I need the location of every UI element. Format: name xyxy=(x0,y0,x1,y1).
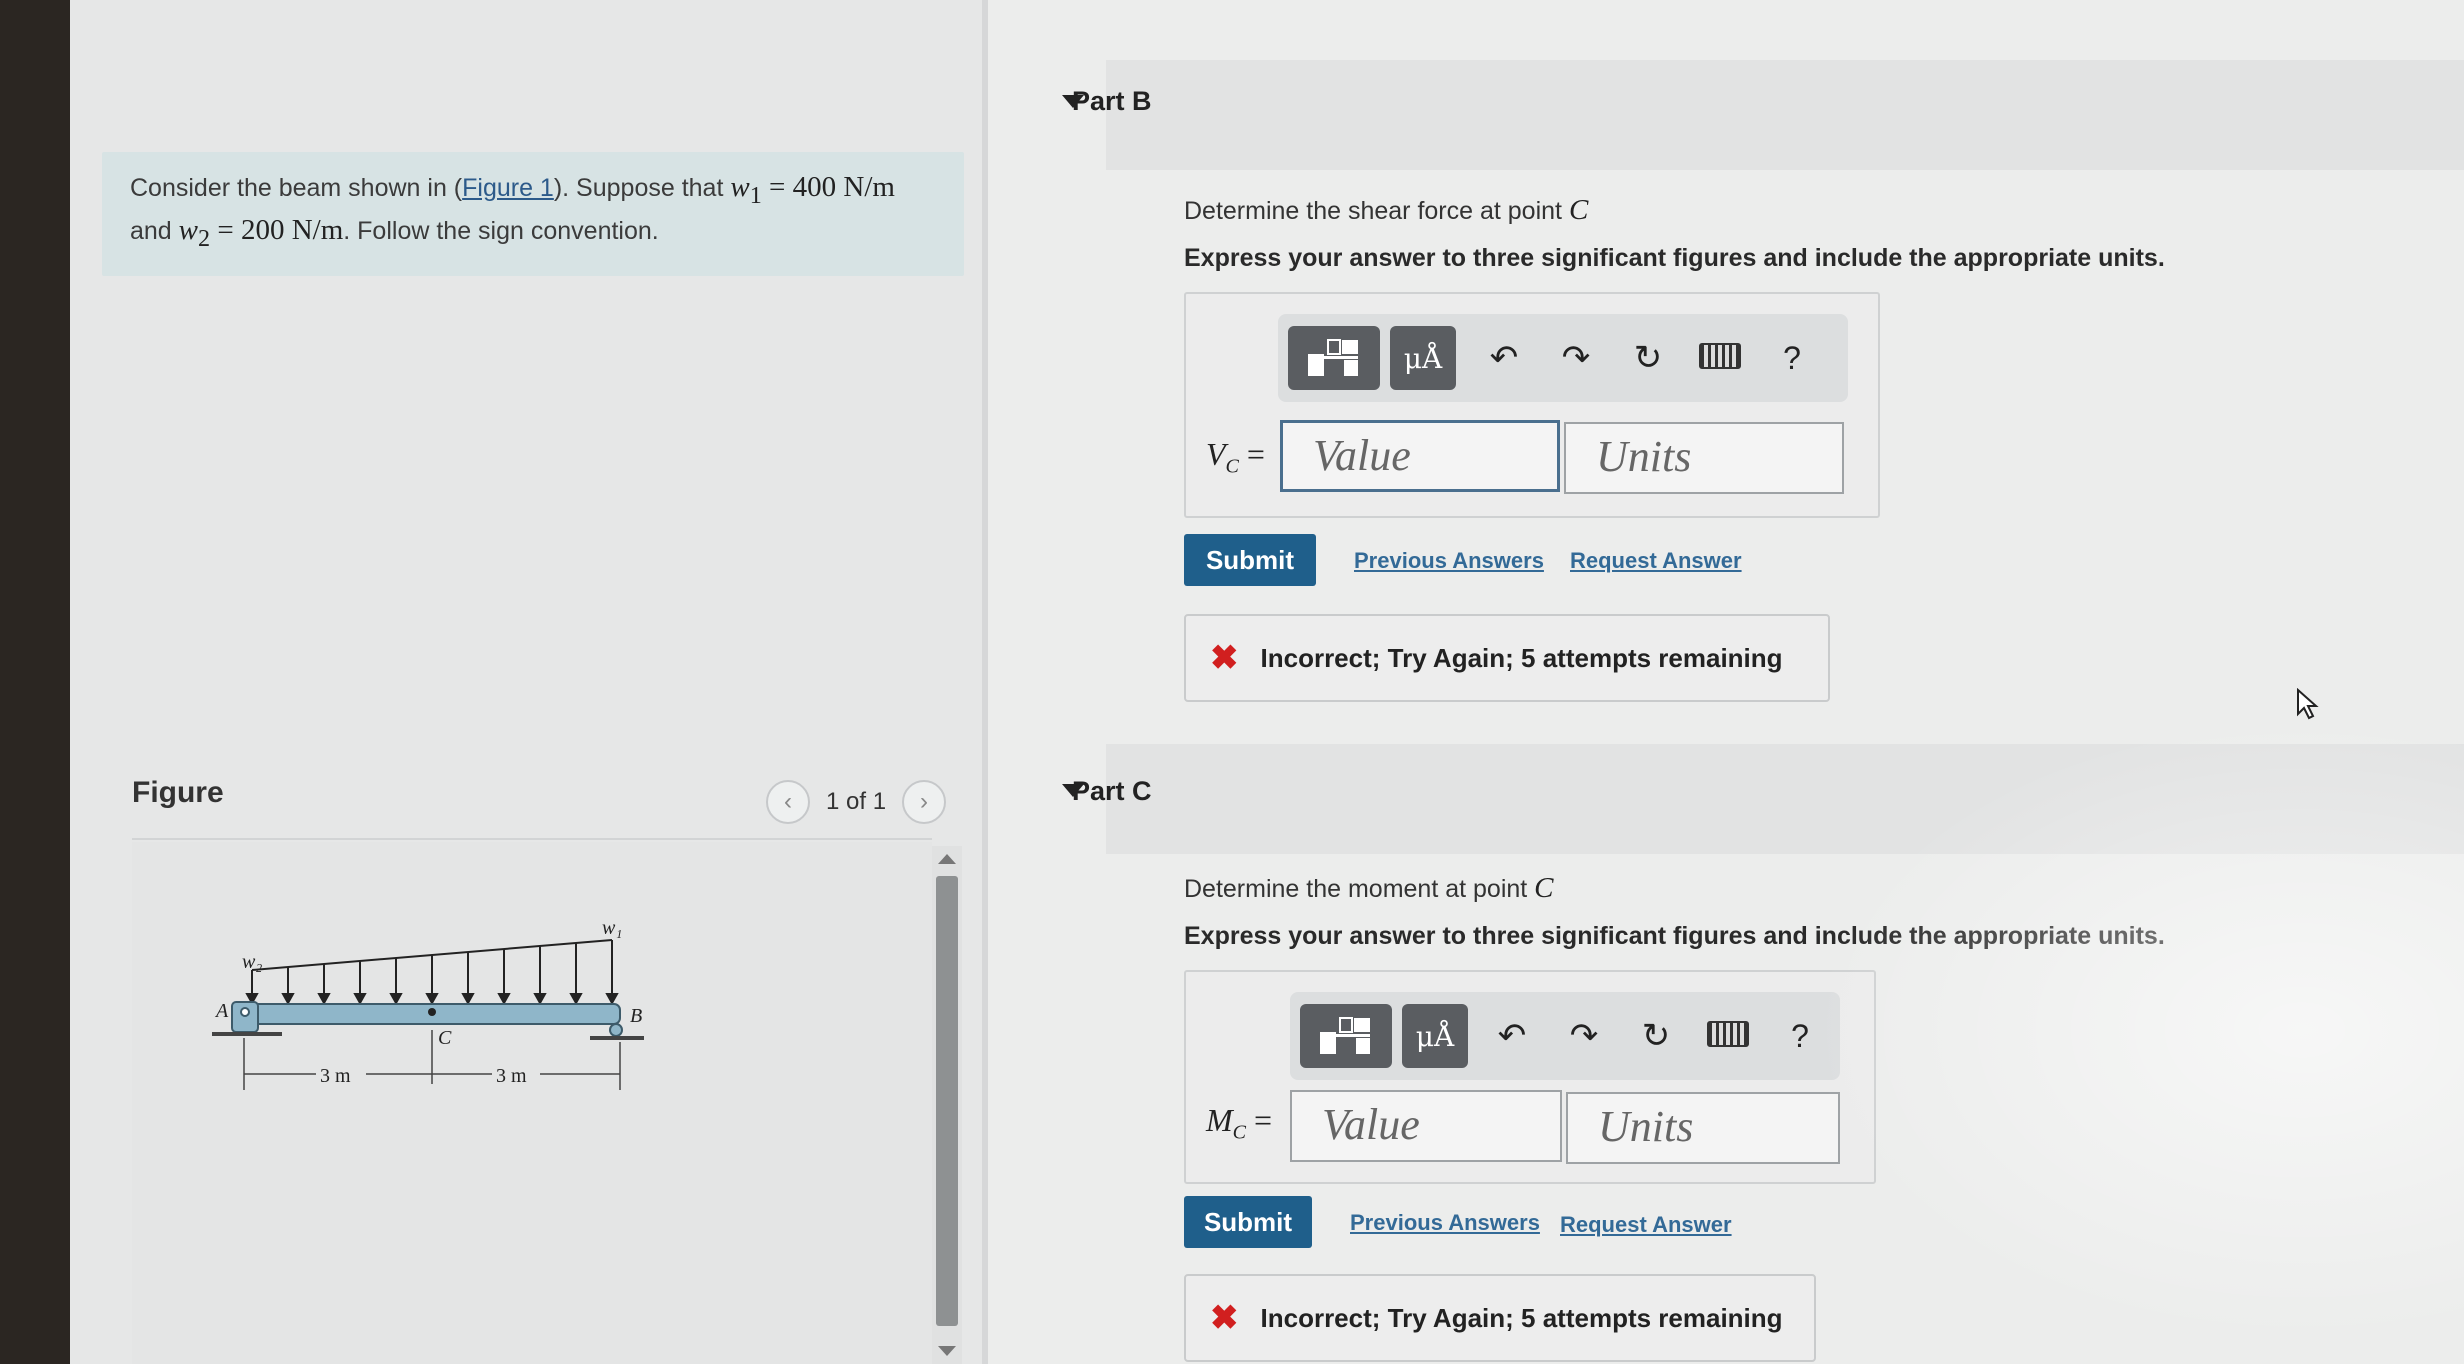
problem-statement: Consider the beam shown in (Figure 1). S… xyxy=(102,152,964,276)
part-b-header[interactable]: Part B xyxy=(1062,60,2464,170)
problem-text: and xyxy=(130,216,179,245)
part-b-units-input[interactable]: Units xyxy=(1564,422,1844,494)
right-pane: Part B Determine the shear force at poin… xyxy=(988,0,2464,1364)
problem-text: . Follow the sign convention. xyxy=(343,216,659,245)
scroll-thumb[interactable] xyxy=(936,876,958,1326)
part-c-answer-box: μÅ ↶ ↷ ↻ ? MC = Value Units xyxy=(1184,970,1876,1184)
mouse-cursor-icon xyxy=(2297,688,2319,720)
part-b-title: Part B xyxy=(1072,86,1152,116)
label-w1: w₁ xyxy=(602,917,622,939)
keyboard-icon[interactable] xyxy=(1684,339,1756,378)
part-c-instruction: Express your answer to three significant… xyxy=(1184,922,2165,950)
w2-expression: w2 = 200 N/m xyxy=(178,213,344,252)
beam-diagram: w₂ w₁ A B C 3 m 3 m xyxy=(212,917,644,1090)
dim-left: 3 m xyxy=(320,1065,351,1087)
help-button[interactable]: ? xyxy=(1764,1018,1836,1055)
part-b-submit-button[interactable]: Submit xyxy=(1184,534,1316,586)
part-c-units-input[interactable]: Units xyxy=(1566,1092,1840,1164)
templates-icon[interactable] xyxy=(1288,326,1380,390)
part-c-previous-answers-link[interactable]: Previous Answers xyxy=(1350,1210,1540,1236)
problem-text: Consider the beam shown in ( xyxy=(130,174,463,202)
reset-icon[interactable]: ↻ xyxy=(1620,1016,1692,1056)
part-c-feedback-text: Incorrect; Try Again; 5 attempts remaini… xyxy=(1260,1302,1783,1333)
figure-link[interactable]: Figure 1 xyxy=(462,174,554,202)
part-b-variable-label: VC = xyxy=(1206,436,1265,478)
load-arrows xyxy=(245,940,619,1006)
part-b-instruction: Express your answer to three significant… xyxy=(1184,244,2165,272)
part-b-feedback: ✖ Incorrect; Try Again; 5 attempts remai… xyxy=(1184,614,1830,702)
left-pane: Consider the beam shown in (Figure 1). S… xyxy=(70,0,982,1364)
part-b-prompt: Determine the shear force at point C xyxy=(1184,194,1589,226)
error-x-icon: ✖ xyxy=(1210,1299,1239,1337)
templates-icon[interactable] xyxy=(1300,1004,1392,1068)
chevron-left-icon[interactable]: ‹ xyxy=(766,780,810,824)
part-b-feedback-text: Incorrect; Try Again; 5 attempts remaini… xyxy=(1260,642,1783,673)
figure-page-indicator: 1 of 1 xyxy=(826,788,887,815)
units-button[interactable]: μÅ xyxy=(1390,326,1456,390)
w1-expression: w1 = 400 N/m xyxy=(730,171,895,209)
part-c-variable-label: MC = xyxy=(1206,1102,1273,1144)
units-button[interactable]: μÅ xyxy=(1402,1004,1468,1068)
figure-title: Figure xyxy=(132,776,224,809)
label-a: A xyxy=(214,1000,229,1022)
label-w2: w₂ xyxy=(242,951,262,973)
figure-scrollbar[interactable] xyxy=(932,846,962,1364)
point-c-marker xyxy=(428,1008,436,1016)
part-c-header[interactable]: Part C xyxy=(1062,744,2464,854)
part-b-value-input[interactable]: Value xyxy=(1280,420,1560,492)
undo-icon[interactable]: ↶ xyxy=(1468,338,1540,378)
scroll-up-icon[interactable] xyxy=(938,854,956,864)
part-c-toolbar: μÅ ↶ ↷ ↻ ? xyxy=(1290,992,1840,1080)
keyboard-icon[interactable] xyxy=(1692,1017,1764,1056)
redo-icon[interactable]: ↷ xyxy=(1540,338,1612,378)
label-c: C xyxy=(438,1027,452,1049)
part-c-title: Part C xyxy=(1072,776,1152,806)
label-b: B xyxy=(630,1005,642,1027)
part-c-feedback: ✖ Incorrect; Try Again; 5 attempts remai… xyxy=(1184,1274,1816,1362)
part-b-previous-answers-link[interactable]: Previous Answers xyxy=(1354,548,1544,574)
chevron-right-icon[interactable]: › xyxy=(902,780,947,824)
part-c-value-input[interactable]: Value xyxy=(1290,1090,1562,1162)
part-b-request-answer-link[interactable]: Request Answer xyxy=(1570,548,1742,574)
scroll-down-icon[interactable] xyxy=(938,1346,956,1356)
figure-divider xyxy=(132,838,932,840)
figure-area: w₂ w₁ A B C 3 m 3 m xyxy=(132,842,932,1364)
error-x-icon: ✖ xyxy=(1210,639,1239,677)
help-button[interactable]: ? xyxy=(1756,340,1828,377)
problem-text: ). Suppose that xyxy=(553,174,731,202)
part-c-prompt: Determine the moment at point C xyxy=(1184,872,1554,904)
part-c-request-answer-link[interactable]: Request Answer xyxy=(1560,1212,1732,1238)
screen: Consider the beam shown in (Figure 1). S… xyxy=(70,0,2464,1364)
part-b-toolbar: μÅ ↶ ↷ ↻ ? xyxy=(1278,314,1848,402)
undo-icon[interactable]: ↶ xyxy=(1476,1016,1548,1056)
figure-navigation: ‹ 1 of 1 › xyxy=(766,780,947,824)
part-b-answer-box: μÅ ↶ ↷ ↻ ? VC = Value Units xyxy=(1184,292,1880,518)
reset-icon[interactable]: ↻ xyxy=(1612,338,1684,378)
dim-right: 3 m xyxy=(496,1065,527,1087)
redo-icon[interactable]: ↷ xyxy=(1548,1016,1620,1056)
part-c-submit-button[interactable]: Submit xyxy=(1184,1196,1312,1248)
